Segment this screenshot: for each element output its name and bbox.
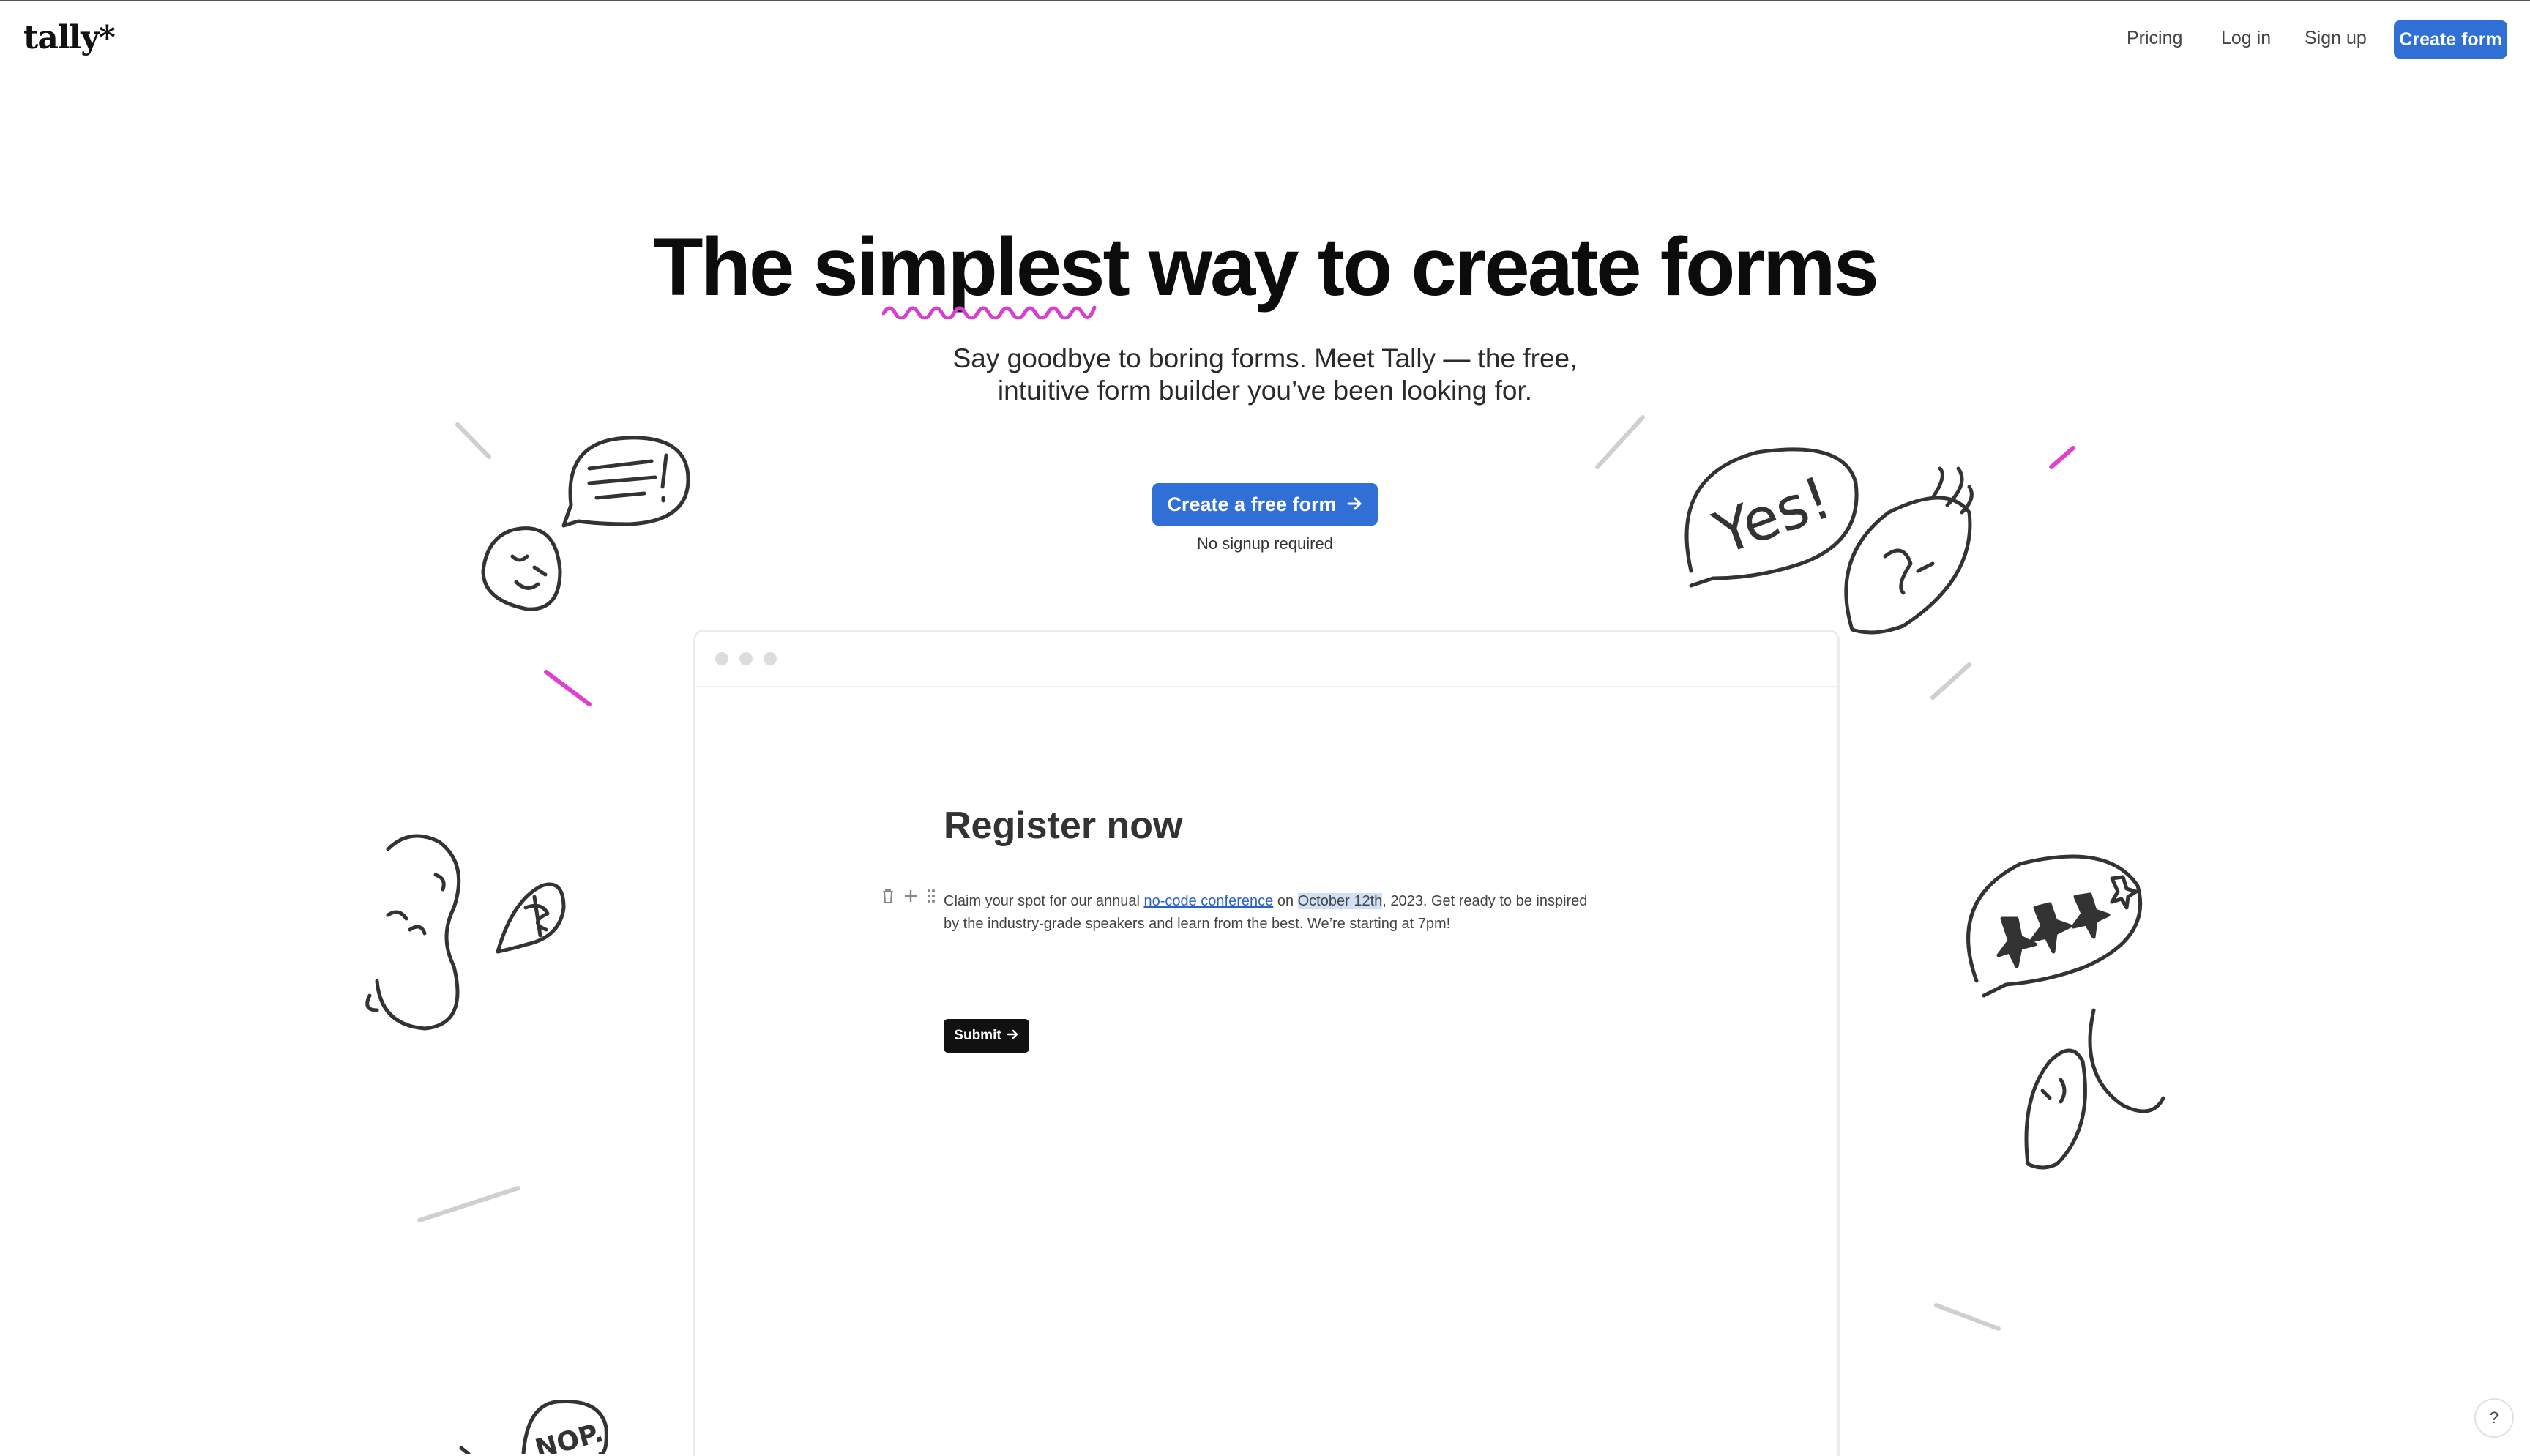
face-doodle [481,526,562,611]
gray-dash-decoration [1934,1303,2001,1331]
nope-bubble-doodle: NOP. [459,1399,608,1454]
gray-dash-decoration [455,422,491,459]
yes-bubble-doodle: Yes! [1684,447,1859,588]
smile-bubble-doodle [2024,1008,2165,1170]
pink-dash-decoration [544,670,592,706]
yes-bubble-text: Yes! [1705,463,1840,568]
gray-dash-decoration [1930,662,1971,700]
tall-bubble-doodle [1844,466,1974,635]
gray-dash-decoration [417,1186,520,1222]
money-bubble-doodle [496,882,566,954]
curly-face-doodle [365,834,461,1031]
pink-dash-decoration [2049,446,2075,469]
gray-dash-decoration [1595,415,1645,469]
speech-bubble-doodle [561,436,690,528]
nope-bubble-text: NOP. [532,1418,607,1454]
star-bubble-doodle [1966,854,2143,998]
doodle-layer: Yes! NOP. [365,415,2165,1454]
